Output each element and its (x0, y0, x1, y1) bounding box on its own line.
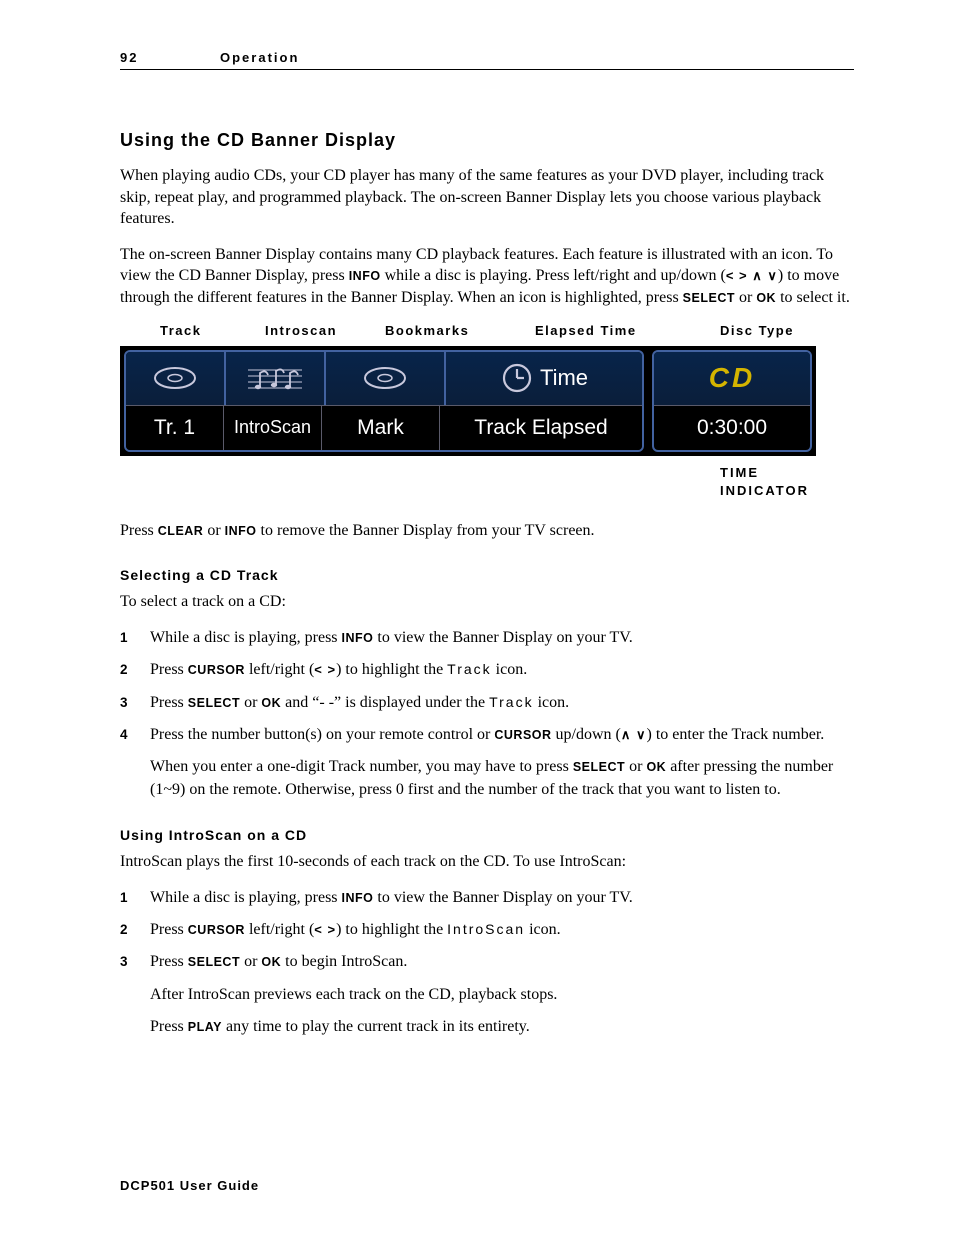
track-icon-cell (126, 352, 226, 406)
banner-introscan-value: IntroScan (224, 406, 322, 449)
page-number: 92 (120, 50, 220, 65)
introscan-steps: While a disc is playing, press INFO to v… (120, 887, 854, 1039)
introscan-intro: IntroScan plays the first 10-seconds of … (120, 851, 854, 873)
banner-bookmarks-value: Mark (322, 406, 440, 449)
intro-paragraph-1: When playing audio CDs, your CD player h… (120, 165, 854, 230)
section-title: Using the CD Banner Display (120, 130, 854, 151)
sel-step-2: Press CURSOR left/right (< >) to highlig… (120, 659, 854, 681)
header-divider (120, 69, 854, 70)
label-bookmarks: Bookmarks (385, 323, 535, 338)
label-disc-type: Disc Type (720, 323, 794, 338)
sel-step-1: While a disc is playing, press INFO to v… (120, 627, 854, 649)
is-step-2: Press CURSOR left/right (< >) to highlig… (120, 919, 854, 941)
intro-paragraph-2: The on-screen Banner Display contains ma… (120, 244, 854, 309)
time-indicator-label: TIME INDICATOR (720, 464, 860, 500)
time-label: Time (540, 365, 588, 391)
banner-main-group: Time Tr. 1 IntroScan Mark Track Elapsed (124, 350, 644, 452)
bookmarks-icon-cell (326, 352, 446, 406)
is-step-3: Press SELECT or OK to begin IntroScan. A… (120, 951, 854, 1038)
selecting-track-heading: Selecting a CD Track (120, 567, 854, 583)
music-notes-icon (246, 361, 304, 395)
footer-guide-name: DCP501 User Guide (120, 1178, 259, 1193)
introscan-heading: Using IntroScan on a CD (120, 827, 854, 843)
banner-disc-type: CD (654, 352, 810, 407)
clock-icon (500, 361, 534, 395)
label-elapsed-time: Elapsed Time (535, 323, 720, 338)
section-name: Operation (220, 50, 299, 65)
sel-step-3: Press SELECT or OK and “- -” is displaye… (120, 692, 854, 714)
label-introscan: Introscan (265, 323, 385, 338)
disc-icon (152, 363, 198, 393)
is-step-1: While a disc is playing, press INFO to v… (120, 887, 854, 909)
elapsed-icon-cell: Time (446, 352, 642, 406)
banner-time-value: 0:30:00 (654, 406, 810, 449)
page-header: 92 Operation (120, 50, 854, 65)
remove-banner-paragraph: Press CLEAR or INFO to remove the Banner… (120, 520, 854, 542)
introscan-icon-cell (226, 352, 326, 406)
banner-right-group: CD 0:30:00 (652, 350, 812, 452)
label-track: Track (160, 323, 265, 338)
selecting-track-steps: While a disc is playing, press INFO to v… (120, 627, 854, 801)
disc-icon (362, 363, 408, 393)
banner-labels: Track Introscan Bookmarks Elapsed Time D… (120, 323, 854, 338)
sel-step-4: Press the number button(s) on your remot… (120, 724, 854, 801)
banner-track-value: Tr. 1 (126, 406, 224, 449)
banner-elapsed-value: Track Elapsed (440, 406, 642, 449)
selecting-track-intro: To select a track on a CD: (120, 591, 854, 613)
cd-banner-display: Time Tr. 1 IntroScan Mark Track Elapsed … (120, 346, 816, 456)
